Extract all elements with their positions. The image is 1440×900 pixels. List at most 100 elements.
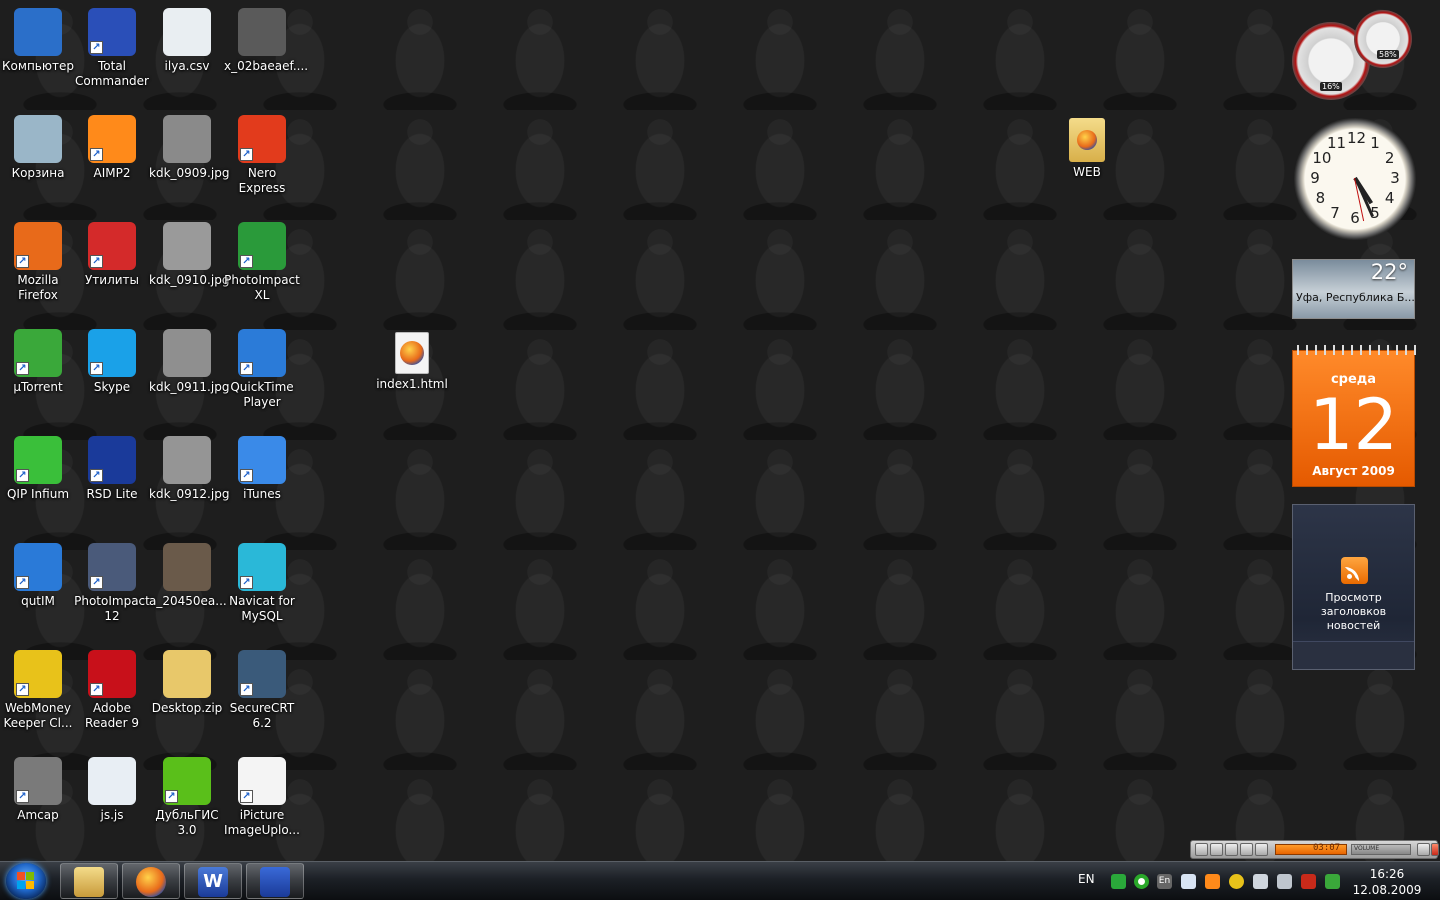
qip-icon: ↗ — [14, 436, 62, 484]
play-icon[interactable] — [1195, 843, 1208, 856]
desktop-icon[interactable]: ↗ AIMP2 — [74, 109, 150, 213]
desktop-icon-label: Adobe Reader 9 — [85, 701, 139, 730]
calendar-gadget[interactable]: среда 12 Август 2009 — [1292, 345, 1416, 487]
desktop-icon-label: QIP Infium — [6, 487, 70, 501]
desktop-icon[interactable]: Корзина — [0, 109, 76, 213]
cpu-meter-gadget[interactable]: 16% 58% — [1292, 10, 1416, 104]
desktop-icon[interactable]: ↗ Total Commander — [74, 2, 150, 106]
firefox-icon — [136, 867, 166, 897]
desktop-icon[interactable]: ↗ µTorrent — [0, 323, 76, 427]
aimp-mini-player[interactable]: 03:07 VOLUME — [1190, 840, 1439, 859]
zip-folder-icon — [163, 650, 211, 698]
desktop-icon-web-folder[interactable]: WEB — [1049, 112, 1125, 216]
desktop-icon[interactable]: ↗ Amcap — [0, 751, 76, 855]
volume-slider[interactable]: VOLUME — [1351, 844, 1411, 855]
firefox-icon: ↗ — [14, 222, 62, 270]
photo-thumbnail-icon — [163, 115, 211, 163]
desktop-icon[interactable]: ↗ SecureCRT 6.2 — [224, 644, 300, 748]
taskbar-firefox-button[interactable] — [122, 863, 180, 899]
desktop-icon[interactable]: ↗ iPicture ImageUplo... — [224, 751, 300, 855]
desktop-icon-label: Skype — [93, 380, 131, 394]
desktop-icon-label: ДубльГИС 3.0 — [155, 808, 219, 837]
previous-icon[interactable] — [1240, 843, 1253, 856]
desktop-icon[interactable]: ↗ RSD Lite — [74, 430, 150, 534]
desktop-icon[interactable]: Desktop.zip — [149, 644, 225, 748]
desktop-icon[interactable]: ilya.csv — [149, 2, 225, 106]
desktop-icon[interactable]: kdk_0910.jpg — [149, 216, 229, 320]
desktop-icon[interactable]: ↗ PhotoImpact 12 — [74, 537, 150, 641]
security-tray-icon[interactable] — [1301, 874, 1316, 889]
desktop-icon-label: kdk_0911.jpg — [149, 380, 230, 394]
taskbar-word-button[interactable]: W — [184, 863, 242, 899]
desktop-icon[interactable]: ↗ QIP Infium — [0, 430, 76, 534]
desktop-icon[interactable]: kdk_0911.jpg — [149, 323, 230, 427]
excel-file-icon — [163, 8, 211, 56]
webmoney-tray-icon[interactable] — [1229, 874, 1244, 889]
clock-number: 3 — [1390, 169, 1400, 187]
stop-icon[interactable] — [1225, 843, 1238, 856]
network-status-tray-icon[interactable] — [1325, 874, 1340, 889]
keyboard-layout-tray-icon[interactable]: En — [1157, 874, 1172, 889]
action-center-tray-icon[interactable] — [1277, 874, 1292, 889]
desktop-icon[interactable]: ↗ Nero Express — [224, 109, 300, 213]
pause-icon[interactable] — [1210, 843, 1223, 856]
desktop-icon[interactable]: ↗ Navicat for MySQL — [224, 537, 300, 641]
desktop-icon[interactable]: ↗ iTunes — [224, 430, 300, 534]
cpu-value: 16% — [1320, 82, 1342, 91]
start-button[interactable] — [6, 863, 46, 899]
taskbar-clock[interactable]: 16:26 12.08.2009 — [1352, 866, 1422, 898]
feed-headlines-gadget[interactable]: Просмотр заголовков новостей — [1292, 504, 1415, 670]
desktop-icon[interactable]: Компьютер — [0, 2, 76, 106]
memory-value: 58% — [1377, 50, 1399, 59]
taskbar-time: 16:26 — [1369, 867, 1405, 881]
desktop-icon[interactable]: a_20450ea... — [149, 537, 227, 641]
desktop-icon[interactable]: kdk_0909.jpg — [149, 109, 230, 213]
desktop-icon[interactable]: ↗ QuickTime Player — [224, 323, 300, 427]
shortcut-arrow-icon: ↗ — [240, 576, 253, 589]
weather-gadget[interactable]: 22° Уфа, Республика Б... — [1292, 259, 1415, 319]
desktop-icon[interactable]: ↗ PhotoImpact XL — [224, 216, 300, 320]
ipicture-icon: ↗ — [238, 757, 286, 805]
shortcut-arrow-icon: ↗ — [16, 683, 29, 696]
desktop-icon-label: PhotoImpact XL — [224, 273, 300, 302]
html-file-icon — [395, 332, 429, 374]
shortcut-arrow-icon: ↗ — [240, 255, 253, 268]
shortcut-arrow-icon: ↗ — [90, 148, 103, 161]
desktop-icon[interactable]: ↗ Skype — [74, 323, 150, 427]
photo-thumbnail-icon — [163, 543, 211, 591]
desktop-icon[interactable]: js.js — [74, 751, 150, 855]
utilities-icon: ↗ — [88, 222, 136, 270]
taskbar-explorer-button[interactable] — [60, 863, 118, 899]
desktop-icon-index1-html[interactable]: index1.html — [374, 326, 450, 430]
aimp-tray-icon[interactable] — [1205, 874, 1220, 889]
desktop-icon[interactable]: ↗ Утилиты — [74, 216, 150, 320]
utorrent-tray-icon[interactable] — [1134, 874, 1149, 889]
desktop-icon[interactable]: ↗ qutIM — [0, 537, 76, 641]
clock-number: 9 — [1310, 169, 1320, 187]
desktop-icon-label: Desktop.zip — [151, 701, 223, 715]
language-indicator[interactable]: EN — [1078, 872, 1095, 886]
desktop-icon[interactable]: ↗ Adobe Reader 9 — [74, 644, 150, 748]
desktop-icon[interactable]: ↗ ДубльГИС 3.0 — [149, 751, 225, 855]
clock-number: 10 — [1312, 149, 1332, 167]
network-tray-icon[interactable] — [1181, 874, 1196, 889]
calendar-day: 12 — [1308, 384, 1399, 466]
motorola-icon: ↗ — [88, 436, 136, 484]
shortcut-arrow-icon: ↗ — [16, 362, 29, 375]
clock-gadget[interactable]: 12 1 2 3 4 5 6 7 8 9 10 11 — [1294, 118, 1416, 240]
webmoney-icon: ↗ — [14, 650, 62, 698]
qip-tray-icon[interactable] — [1111, 874, 1126, 889]
desktop-icon[interactable]: kdk_0912.jpg — [149, 430, 229, 534]
shortcut-arrow-icon: ↗ — [240, 683, 253, 696]
desktop-icon[interactable]: ↗ WebMoney Keeper Cl... — [0, 644, 76, 748]
next-icon[interactable] — [1255, 843, 1268, 856]
taskbar-total-commander-button[interactable] — [246, 863, 304, 899]
navicat-icon: ↗ — [238, 543, 286, 591]
volume-tray-icon[interactable] — [1253, 874, 1268, 889]
close-icon[interactable] — [1431, 843, 1439, 856]
desktop-icon-label: kdk_0909.jpg — [149, 166, 230, 180]
desktop-icon[interactable]: ↗ Mozilla Firefox — [0, 216, 76, 320]
minimize-icon[interactable] — [1417, 843, 1430, 856]
desktop-icon-label: SecureCRT 6.2 — [229, 701, 295, 730]
desktop-icon[interactable]: x_02baeaef.... — [224, 2, 308, 106]
